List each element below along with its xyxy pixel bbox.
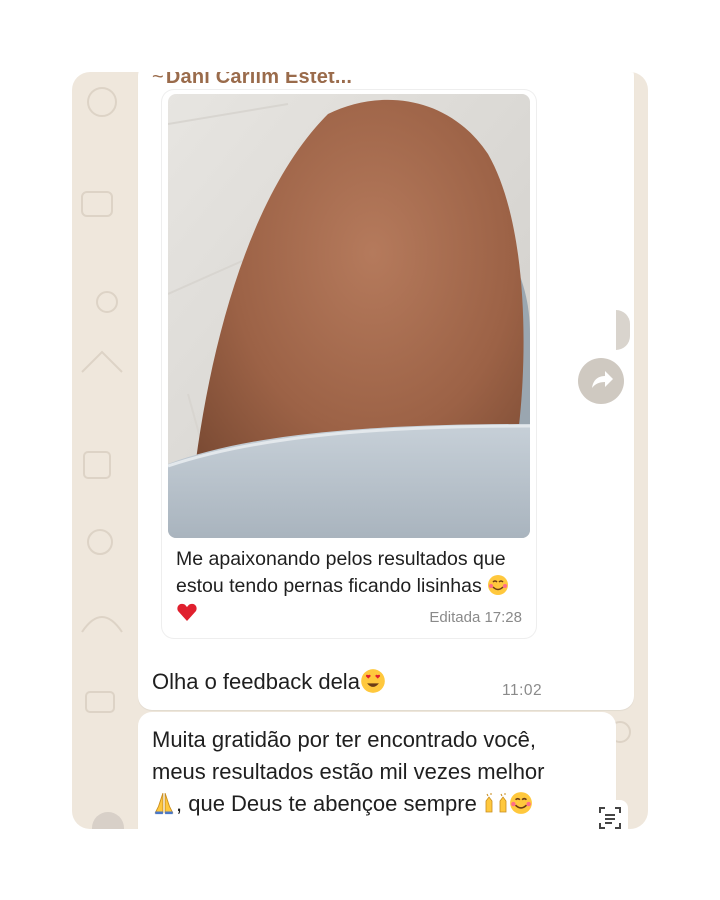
leg-photo-image bbox=[168, 94, 530, 538]
quoted-meta: Editada 17:28 bbox=[429, 609, 522, 626]
message-bubble-feedback[interactable]: ~ Dani Carlim Estét... Me apaixonando pe… bbox=[138, 72, 634, 710]
media-scroll-tab[interactable] bbox=[616, 310, 630, 350]
message-bubble-gratitude[interactable]: Muita gratidão por ter encontrado você, … bbox=[138, 712, 616, 829]
message-timestamp: 11:02 bbox=[502, 682, 543, 699]
message-text-feedback: Olha o feedback dela bbox=[152, 668, 386, 695]
gratitude-line-3: , que Deus te abençoe sempre bbox=[176, 791, 477, 816]
smiling-face-with-hearts-icon bbox=[509, 791, 533, 815]
sender-name[interactable]: ~ Dani Carlim Estét... bbox=[152, 72, 352, 89]
sender-name-label: Dani Carlim Estét... bbox=[165, 72, 353, 88]
forward-arrow-icon bbox=[592, 371, 613, 388]
quoted-message[interactable]: Me apaixonando pelos resultados que esto… bbox=[162, 90, 536, 638]
gratitude-line-2: meus resultados estão mil vezes melhor bbox=[152, 759, 545, 784]
raising-hands-icon bbox=[483, 791, 509, 815]
red-heart-icon bbox=[176, 601, 198, 623]
sender-prefix: ~ bbox=[152, 72, 164, 88]
quoted-caption-text: Me apaixonando pelos resultados que esto… bbox=[176, 548, 506, 597]
message-text-label: Olha o feedback dela bbox=[152, 669, 360, 694]
folded-hands-icon bbox=[152, 791, 176, 815]
message-text-gratitude: Muita gratidão por ter encontrado você, … bbox=[152, 724, 612, 820]
smiling-face-with-hearts-icon bbox=[487, 574, 509, 596]
quoted-photo[interactable] bbox=[168, 94, 530, 538]
forward-button[interactable] bbox=[578, 358, 624, 404]
quoted-timestamp: 17:28 bbox=[484, 609, 522, 626]
text-recognition-button[interactable] bbox=[592, 800, 628, 829]
chat-area[interactable]: ~ Dani Carlim Estét... Me apaixonando pe… bbox=[72, 72, 648, 829]
text-recognition-icon bbox=[599, 807, 621, 829]
heart-eyes-icon bbox=[360, 668, 386, 694]
edited-label: Editada bbox=[429, 609, 481, 626]
gratitude-line-1: Muita gratidão por ter encontrado você, bbox=[152, 727, 537, 752]
